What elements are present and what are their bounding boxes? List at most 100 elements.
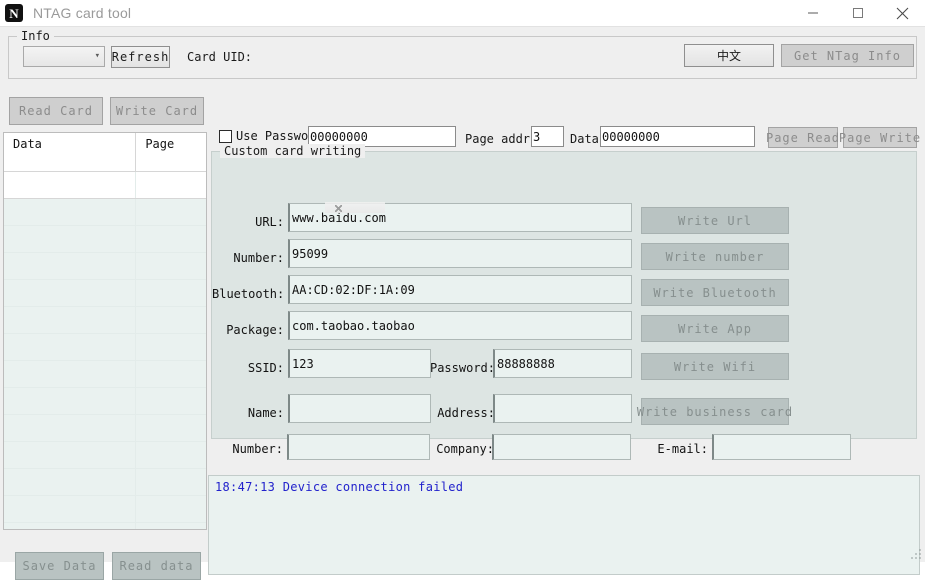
table-cell-data xyxy=(4,253,137,279)
write-url-button[interactable]: Write Url xyxy=(641,207,789,234)
url-label: URL: xyxy=(255,215,284,229)
table-row[interactable] xyxy=(4,415,206,442)
table-cell-page xyxy=(136,388,206,414)
custom-card-writing-legend: Custom card writing xyxy=(220,144,366,158)
wifi-password-input[interactable]: 88888888 xyxy=(493,349,632,378)
page-read-button[interactable]: Page Read xyxy=(766,127,839,148)
table-row[interactable] xyxy=(4,172,206,199)
table-row[interactable] xyxy=(4,199,206,226)
table-cell-page xyxy=(136,523,206,529)
email-input[interactable] xyxy=(712,434,851,460)
table-row[interactable] xyxy=(4,226,206,253)
table-cell-data xyxy=(4,199,137,225)
address-label: Address: xyxy=(437,406,495,420)
minimize-icon[interactable] xyxy=(790,0,835,27)
use-password-checkbox[interactable] xyxy=(219,129,232,143)
table-row[interactable] xyxy=(4,361,206,388)
write-bluetooth-button[interactable]: Write Bluetooth xyxy=(641,279,789,306)
table-row[interactable] xyxy=(4,253,206,280)
table-row[interactable] xyxy=(4,523,206,529)
ntag-card-tool-window: N NTAG card tool Info ▾ Refresh Card UID… xyxy=(0,0,925,580)
get-ntag-info-button[interactable]: Get NTag Info xyxy=(781,44,914,67)
window-controls xyxy=(790,0,925,27)
name-input[interactable] xyxy=(288,394,431,423)
read-data-button[interactable]: Read data xyxy=(112,552,201,580)
write-number-button[interactable]: Write number xyxy=(641,243,789,270)
table-row[interactable] xyxy=(4,442,206,469)
language-toggle-button[interactable]: 中文 xyxy=(684,44,774,67)
table-cell-page xyxy=(136,253,206,279)
table-cell-page xyxy=(136,280,206,306)
log-line: 18:47:13 Device connection failed xyxy=(215,480,464,494)
read-card-button[interactable]: Read Card xyxy=(9,97,103,125)
write-wifi-button[interactable]: Write Wifi xyxy=(641,353,789,380)
table-row[interactable] xyxy=(4,334,206,361)
table-cell-data xyxy=(4,172,137,198)
wifi-password-label: Password: xyxy=(429,361,495,375)
name-label: Name: xyxy=(247,406,284,420)
card-number-input[interactable] xyxy=(287,434,430,460)
bluetooth-input[interactable]: AA:CD:02:DF:1A:09 xyxy=(288,275,632,304)
write-card-button[interactable]: Write Card xyxy=(110,97,204,125)
table-cell-data xyxy=(4,442,137,468)
refresh-button[interactable]: Refresh xyxy=(111,46,170,68)
company-input[interactable] xyxy=(492,434,631,460)
table-cell-data xyxy=(4,334,137,360)
package-input[interactable]: com.taobao.taobao xyxy=(288,311,632,340)
table-row[interactable] xyxy=(4,307,206,334)
table-cell-data xyxy=(4,496,137,522)
info-groupbox: Info ▾ Refresh Card UID: 中文 Get NTag Inf… xyxy=(8,29,917,79)
page-write-button[interactable]: Page Write xyxy=(839,127,920,148)
table-cell-data xyxy=(4,523,137,529)
resize-grip[interactable] xyxy=(909,547,923,561)
table-row[interactable] xyxy=(4,496,206,523)
close-icon[interactable] xyxy=(880,0,925,27)
log-panel[interactable]: 18:47:13 Device connection failed xyxy=(208,475,920,575)
main-content: Info ▾ Refresh Card UID: 中文 Get NTag Inf… xyxy=(0,27,925,580)
address-input[interactable] xyxy=(493,394,632,423)
device-select[interactable]: ▾ xyxy=(23,46,105,67)
log-lines: 18:47:13 Device connection failed xyxy=(215,480,913,494)
write-business-card-button[interactable]: Write business card xyxy=(637,398,792,425)
ssid-label: SSID: xyxy=(247,361,284,375)
table-body xyxy=(4,172,206,529)
nfc-n-icon: N xyxy=(5,4,23,22)
table-cell-page xyxy=(136,415,206,441)
save-data-button[interactable]: Save Data xyxy=(15,552,104,580)
table-header: Data Page xyxy=(4,133,206,172)
table-cell-page xyxy=(136,199,206,225)
table-cell-data xyxy=(4,388,137,414)
ssid-input[interactable]: 123 xyxy=(288,349,431,378)
table-cell-page xyxy=(136,361,206,387)
page-addr-label: Page addr: xyxy=(465,132,538,146)
page-addr-input[interactable]: 3 xyxy=(531,126,564,147)
number-label: Number: xyxy=(233,251,284,265)
window-title: NTAG card tool xyxy=(33,5,132,21)
package-label: Package: xyxy=(226,323,284,337)
table-row[interactable] xyxy=(4,469,206,496)
table-row[interactable] xyxy=(4,280,206,307)
table-cell-data xyxy=(4,469,137,495)
table-cell-page xyxy=(136,334,206,360)
table-cell-page xyxy=(136,496,206,522)
data-table[interactable]: Data Page xyxy=(3,132,207,530)
table-cell-page xyxy=(136,307,206,333)
data-input[interactable]: 00000000 xyxy=(600,126,755,147)
table-cell-data xyxy=(4,226,137,252)
number-input[interactable]: 95099 xyxy=(288,239,632,268)
table-cell-page xyxy=(136,469,206,495)
title-bar: N NTAG card tool xyxy=(0,0,925,27)
column-header-page: Page xyxy=(145,137,175,151)
table-cell-data xyxy=(4,280,137,306)
url-input[interactable]: www.baidu.com xyxy=(288,203,632,232)
custom-card-writing-groupbox: Custom card writing URL: www.baidu.com W… xyxy=(211,144,917,439)
write-app-button[interactable]: Write App xyxy=(641,315,789,342)
table-cell-data xyxy=(4,307,137,333)
company-label: Company: xyxy=(436,442,494,456)
table-row[interactable] xyxy=(4,388,206,415)
table-cell-page xyxy=(136,442,206,468)
maximize-icon[interactable] xyxy=(835,0,880,27)
info-legend: Info xyxy=(17,29,54,43)
table-cell-page xyxy=(136,226,206,252)
email-label: E-mail: xyxy=(657,442,708,456)
